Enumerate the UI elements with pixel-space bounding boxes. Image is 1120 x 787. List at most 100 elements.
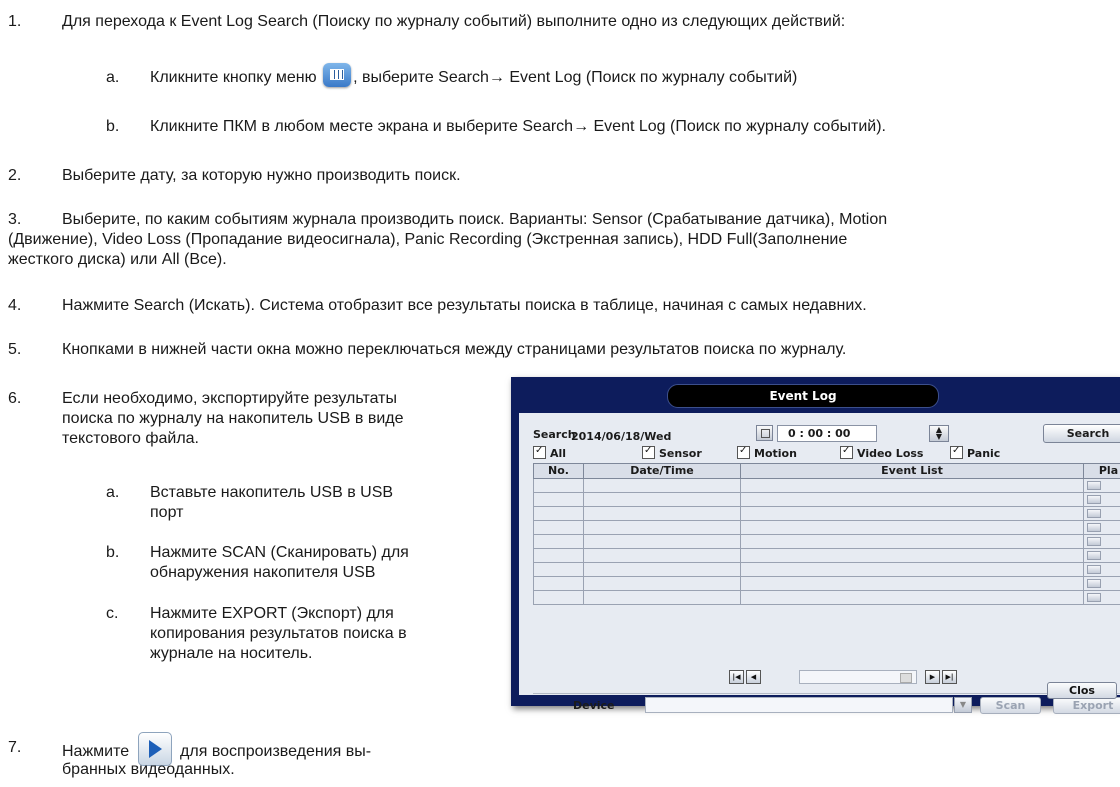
substep-text-line: Вставьте накопитель USB в USB — [150, 484, 394, 501]
table-cell — [1083, 548, 1120, 563]
step-number: 1. — [8, 13, 22, 30]
substep-text-line: Нажмите EXPORT (Экспорт) для — [150, 605, 394, 622]
checkbox-label: Motion — [754, 447, 797, 460]
table-row[interactable] — [533, 590, 1120, 605]
table-cell — [740, 492, 1084, 507]
table-cell — [533, 562, 584, 577]
column-header: No. — [533, 463, 584, 479]
table-cell — [1083, 520, 1120, 535]
table-cell — [1083, 478, 1120, 493]
play-icon[interactable] — [1087, 495, 1101, 504]
table-cell — [583, 520, 741, 535]
table-cell — [533, 478, 584, 493]
table-row[interactable] — [533, 562, 1120, 577]
table-cell — [740, 590, 1084, 605]
step-text-line: Выберите, по каким событиям журнала прои… — [62, 211, 888, 228]
play-icon[interactable] — [1087, 523, 1101, 532]
table-cell — [533, 492, 584, 507]
play-icon[interactable] — [1087, 551, 1101, 560]
table-row[interactable] — [533, 576, 1120, 591]
step-text-line: бранных видеоданных. — [62, 761, 235, 778]
time-field[interactable]: 0 : 00 : 00 — [777, 425, 877, 442]
search-button[interactable]: Search — [1043, 424, 1120, 443]
table-cell — [1083, 576, 1120, 591]
play-icon[interactable] — [1087, 593, 1101, 602]
step-number: 3. — [8, 211, 22, 228]
close-button[interactable]: Clos — [1047, 682, 1117, 699]
checkbox-icon — [533, 444, 546, 459]
play-icon[interactable] — [1087, 537, 1101, 546]
table-cell — [583, 590, 741, 605]
date-field[interactable]: 2014/06/18/Wed — [571, 430, 671, 444]
table-cell — [533, 590, 584, 605]
step-text-line: (Движение), Video Loss (Пропадание видео… — [8, 231, 848, 248]
chevron-down-icon[interactable]: ▼ — [954, 697, 972, 713]
checkbox-label: Video Loss — [857, 447, 924, 460]
table-cell — [533, 548, 584, 563]
column-header: Date/Time — [583, 463, 741, 479]
step-number: 2. — [8, 167, 22, 184]
event-log-window: Event Log Search 2014/06/18/Wed 0 : 00 :… — [511, 377, 1120, 714]
table-cell — [533, 576, 584, 591]
substep-letter: a. — [106, 484, 120, 501]
table-cell — [1083, 534, 1120, 549]
play-icon[interactable] — [1087, 565, 1101, 574]
checkbox-label: Sensor — [659, 447, 702, 460]
device-select[interactable] — [645, 697, 953, 713]
substep-text: Кликните ПКМ в любом месте экрана и выбе… — [150, 118, 886, 135]
play-icon[interactable] — [1087, 481, 1101, 490]
play-icon[interactable] — [1087, 579, 1101, 588]
table-cell — [740, 534, 1084, 549]
checkbox-video-loss[interactable]: Video Loss — [840, 444, 924, 460]
prev-page-icon[interactable]: ◀ — [746, 670, 761, 684]
table-cell — [740, 520, 1084, 535]
step-text-line: поиска по журналу на накопитель USB в ви… — [62, 410, 404, 427]
table-cell — [740, 506, 1084, 521]
checkbox-panic[interactable]: Panic — [950, 444, 1001, 460]
step-text: Для перехода к Event Log Search (Поиску … — [62, 13, 846, 30]
time-spinner-icon[interactable]: ▲ ▼ — [929, 425, 949, 442]
table-cell — [1083, 506, 1120, 521]
scan-button[interactable]: Scan — [980, 697, 1041, 714]
first-page-icon[interactable]: |◀ — [729, 670, 744, 684]
table-cell — [583, 492, 741, 507]
table-row[interactable] — [533, 506, 1120, 521]
play-icon[interactable] — [1087, 509, 1101, 518]
checkbox-all[interactable]: All — [533, 444, 567, 460]
table-cell — [740, 562, 1084, 577]
checkbox-sensor[interactable]: Sensor — [642, 444, 702, 460]
calendar-icon[interactable] — [756, 425, 773, 441]
last-page-icon[interactable]: ▶| — [942, 670, 957, 684]
substep-letter: a. — [106, 69, 120, 86]
checkbox-motion[interactable]: Motion — [737, 444, 797, 460]
step-text: Нажмите Search (Искать). Система отобраз… — [62, 297, 867, 314]
column-header: Event List — [740, 463, 1084, 479]
table-row[interactable] — [533, 548, 1120, 563]
device-row: Device ▼ Scan Export — [533, 693, 1120, 716]
table-cell — [583, 548, 741, 563]
substep-letter: c. — [106, 605, 119, 622]
device-label: Device — [573, 699, 615, 712]
table-row[interactable] — [533, 520, 1120, 535]
step-text-line: жесткого диска) или All (Все). — [8, 251, 227, 268]
checkbox-label: All — [550, 447, 567, 460]
table-cell — [533, 520, 584, 535]
table-cell — [740, 548, 1084, 563]
export-button[interactable]: Export — [1053, 697, 1120, 714]
checkbox-label: Panic — [967, 447, 1001, 460]
event-log-table: No. Date/Time Event List Pla — [533, 463, 1120, 605]
table-cell — [583, 478, 741, 493]
next-page-icon[interactable]: ▶ — [925, 670, 940, 684]
table-row[interactable] — [533, 492, 1120, 507]
substep-text-line: порт — [150, 504, 184, 521]
substep-text-line: журнале на носитель. — [150, 645, 313, 662]
step-text: Кнопками в нижней части окна можно перек… — [62, 341, 847, 358]
table-row[interactable] — [533, 478, 1120, 493]
step-number: 5. — [8, 341, 22, 358]
substep-letter: b. — [106, 118, 120, 135]
column-header: Pla — [1083, 463, 1120, 479]
table-row[interactable] — [533, 534, 1120, 549]
step-number: 6. — [8, 390, 22, 407]
table-cell — [583, 562, 741, 577]
step-number: 7. — [8, 739, 22, 756]
